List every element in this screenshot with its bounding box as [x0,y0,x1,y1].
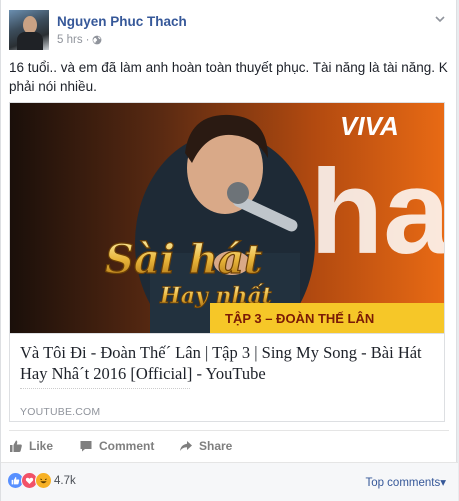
share-label: Share [199,439,233,453]
comment-icon [80,441,92,452]
post-text: 16 tuổi.. và em đã làm anh hoàn toàn thu… [9,60,448,94]
share-icon [180,441,192,451]
post-header: Nguyen Phuc Thach 5 hrs · [9,10,449,52]
thumb-big-text: ha [310,145,444,279]
author-name[interactable]: Nguyen Phuc Thach [57,14,187,29]
meta-separator: · [85,34,90,46]
comment-button[interactable]: Comment [79,439,154,453]
thumbs-up-icon [10,440,22,452]
link-info[interactable]: Và Tôi Đi - Đoàn Thế´ Lân | Tập 3 | Sing… [10,333,444,421]
post-meta: 5 hrs · [57,34,102,46]
link-attachment[interactable]: ha VIVA Sài hát Hay nhất TẬP 3 – ĐOÀN TH… [9,102,445,422]
brand-text: VIVA [340,111,399,141]
link-domain: YOUTUBE.COM [20,406,101,418]
like-button[interactable]: Like [9,439,53,453]
episode-banner: TẬP 3 – ĐOÀN THẾ LÂN [225,311,374,326]
reaction-icons[interactable] [7,472,52,489]
show-title-line1: Sài hát [105,236,263,283]
reactions-bar: 4.7k Top comments▾ [1,462,458,501]
top-comments-label: Top comments [365,477,441,489]
haha-reaction-icon [35,472,52,489]
like-label: Like [29,439,54,453]
chevron-down-icon[interactable] [433,12,447,26]
post-card: Nguyen Phuc Thach 5 hrs · 16 tuổi.. và e… [0,0,458,501]
top-comments-arrow: ▾ [440,477,446,489]
link-title[interactable]: Và Tôi Đi - Đoàn Thế´ Lân | Tập 3 | Sing… [20,342,434,384]
globe-icon [93,35,102,45]
top-comments-selector[interactable]: Top comments▾ [365,475,446,489]
action-bar: Like Comment Share [9,430,449,460]
thumbnail-art: ha VIVA Sài hát Hay nhất TẬP 3 – ĐOÀN TH… [10,103,444,333]
reaction-count[interactable]: 4.7k [54,475,76,487]
avatar[interactable] [9,10,49,50]
link-description [20,388,190,391]
video-thumbnail[interactable]: ha VIVA Sài hát Hay nhất TẬP 3 – ĐOÀN TH… [10,103,444,333]
timestamp[interactable]: 5 hrs [57,34,83,46]
share-button[interactable]: Share [179,439,232,453]
comment-label: Comment [99,439,155,453]
